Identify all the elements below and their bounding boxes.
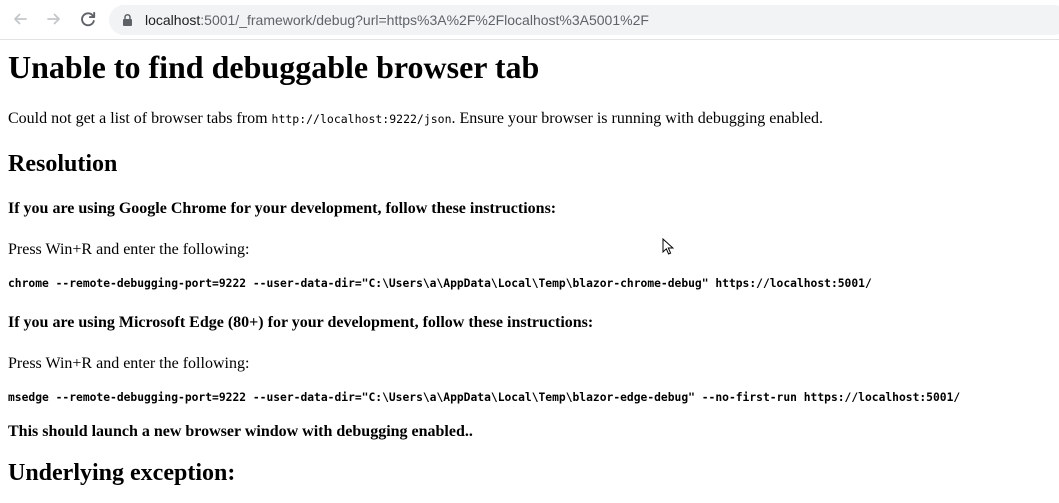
intro-text-before: Could not get a list of browser tabs fro… [8, 110, 272, 127]
launch-note: This should launch a new browser window … [8, 423, 473, 440]
resolution-heading: Resolution [8, 151, 118, 177]
url-host: localhost [145, 12, 201, 28]
page-title: Unable to find debuggable browser tab [8, 49, 540, 85]
forward-button[interactable] [43, 8, 65, 30]
arrow-left-icon [14, 13, 27, 25]
edge-command: msedge --remote-debugging-port=9222 --us… [8, 391, 961, 404]
reload-button[interactable] [77, 8, 99, 30]
url-text[interactable]: localhost:5001/_framework/debug?url=http… [145, 5, 649, 35]
intro-paragraph: Could not get a list of browser tabs fro… [8, 110, 823, 128]
back-button[interactable] [9, 8, 31, 30]
exception-heading: Underlying exception: [8, 460, 236, 486]
chrome-press-text: Press Win+R and enter the following: [8, 241, 250, 258]
url-path: :5001/_framework/debug?url=https%3A%2F%2… [200, 12, 649, 28]
chrome-instructions-heading: If you are using Google Chrome for your … [8, 200, 557, 217]
edge-instructions-heading: If you are using Microsoft Edge (80+) fo… [8, 314, 594, 331]
reload-icon [81, 11, 96, 27]
address-bar[interactable]: localhost:5001/_framework/debug?url=http… [109, 5, 1059, 35]
intro-text-after: . Ensure your browser is running with de… [451, 110, 824, 127]
chrome-command: chrome --remote-debugging-port=9222 --us… [8, 277, 872, 290]
intro-json-url: http://localhost:9222/json [271, 112, 452, 126]
edge-press-text: Press Win+R and enter the following: [8, 355, 250, 372]
arrow-right-icon [47, 13, 60, 25]
browser-toolbar: localhost:5001/_framework/debug?url=http… [0, 0, 1059, 40]
mouse-cursor-icon [662, 238, 674, 255]
lock-icon [123, 13, 132, 26]
